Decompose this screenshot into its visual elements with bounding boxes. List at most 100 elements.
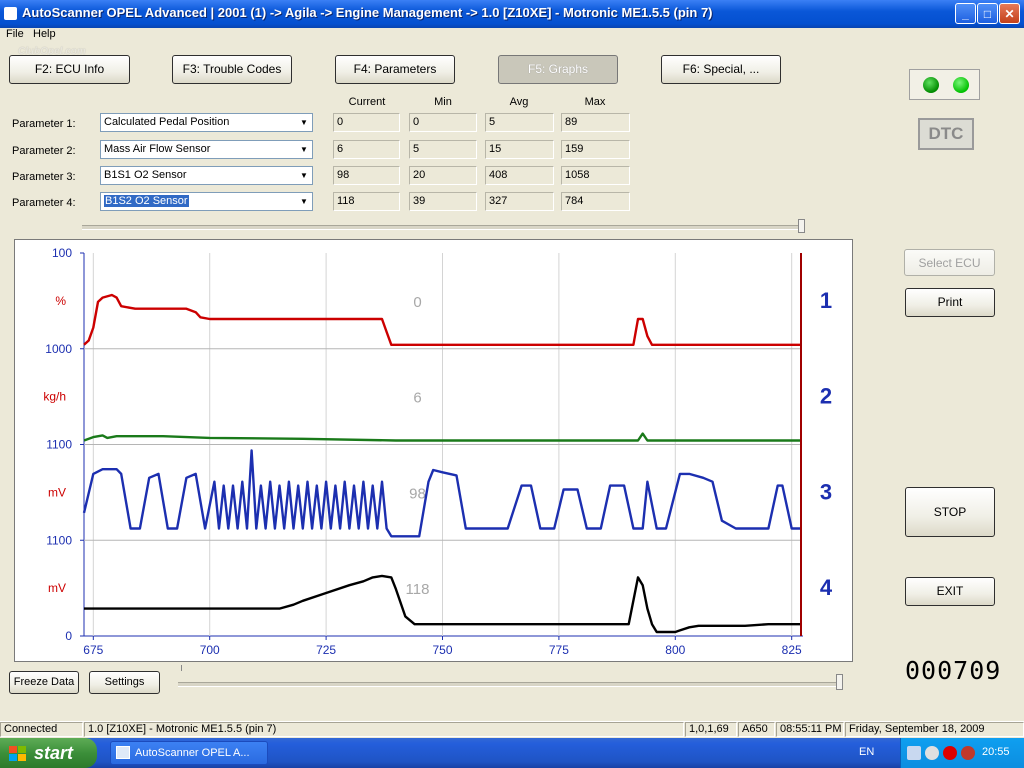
param-2-value: Mass Air Flow Sensor [104,143,211,155]
col-avg: Avg [509,96,529,108]
lane-unit-label: mV [48,581,66,595]
tab-graphs[interactable]: F5: Graphs [498,55,618,84]
settings-button[interactable]: Settings [89,671,160,694]
param-4-max: 784 [561,192,630,211]
param-3-avg: 408 [485,166,554,185]
taskbar-item-autoscanner[interactable]: AutoScanner OPEL A... [110,741,268,765]
param-4-avg: 327 [485,192,554,211]
chevron-down-icon[interactable]: ▼ [296,114,312,131]
param-1-value: Calculated Pedal Position [104,116,230,128]
lane-number-label: 2 [820,384,832,409]
slider-left-tick [181,665,182,671]
param-4-label: Parameter 4: [12,197,76,209]
param-3-min: 20 [409,166,477,185]
menu-bar [0,28,1024,42]
time-window-slider-thumb[interactable] [798,219,805,233]
lane-number-label: 1 [820,288,832,313]
status-version: 1,0,1,69 [685,722,737,737]
exit-button[interactable]: EXIT [905,577,995,606]
status-connection: Connected [0,722,83,737]
param-1-label: Parameter 1: [12,118,76,130]
stop-button[interactable]: STOP [905,487,995,537]
tab-ecu-info[interactable]: F2: ECU Info [9,55,130,84]
param-1-max: 89 [561,113,630,132]
app-icon [4,7,17,20]
param-4-value: B1S2 O2 Sensor [104,195,189,207]
x-tick-label: 700 [200,643,220,657]
status-time: 08:55:11 PM [776,722,844,737]
lane-current-value: 6 [413,390,421,407]
clock: 20:55 [982,746,1010,758]
param-2-avg: 15 [485,140,554,159]
param-2-min: 5 [409,140,477,159]
col-max: Max [584,96,606,108]
col-current: Current [348,96,386,108]
param-1-select[interactable]: Calculated Pedal Position ▼ [100,113,313,132]
lane-unit-label: % [55,294,66,308]
network-icon[interactable] [907,746,921,760]
volume-icon[interactable] [925,746,939,760]
menu-help[interactable]: Help [33,28,56,40]
tab-parameters[interactable]: F4: Parameters [335,55,455,84]
print-button[interactable]: Print [905,288,995,317]
param-4-min: 39 [409,192,477,211]
lane-top-label: 1100 [46,438,72,452]
app-window-icon [116,746,130,759]
lane-top-label: 1100 [46,533,72,547]
security-alert-icon[interactable] [943,746,957,760]
param-3-current: 98 [333,166,400,185]
tab-special[interactable]: F6: Special, ... [661,55,781,84]
window-title: AutoScanner OPEL Advanced | 2001 (1) -> … [22,5,713,20]
minimize-button[interactable]: _ [955,3,976,24]
param-2-max: 159 [561,140,630,159]
lane-current-value: 0 [413,294,421,311]
param-2-label: Parameter 2: [12,145,76,157]
lane-current-value: 98 [409,485,426,502]
chevron-down-icon[interactable]: ▼ [296,141,312,158]
time-window-slider[interactable] [82,225,804,230]
chevron-down-icon[interactable]: ▼ [296,167,312,184]
freeze-data-button[interactable]: Freeze Data [9,671,79,694]
tab-trouble-codes[interactable]: F3: Trouble Codes [172,55,292,84]
lane-unit-label: kg/h [43,390,66,404]
select-ecu-button[interactable]: Select ECU [904,249,995,276]
param-1-min: 0 [409,113,477,132]
y-bottom-label: 0 [65,629,72,643]
windows-logo-icon [9,746,27,761]
maximize-button[interactable]: □ [977,3,998,24]
led-indicator-1 [923,77,939,93]
lane-number-label: 3 [820,479,832,504]
lane-number-label: 4 [820,575,833,600]
x-tick-label: 800 [665,643,685,657]
graph-lanes: 675 700 725 750 775 800 825100% 0 11000kg/h 6 2110… [43,246,833,657]
lane-top-label: 100 [52,246,72,260]
x-tick-label: 675 [83,643,103,657]
bottom-scroll-slider[interactable] [178,682,841,687]
param-3-label: Parameter 3: [12,171,76,183]
status-interface: A650 [738,722,775,737]
param-2-current: 6 [333,140,400,159]
param-4-select[interactable]: B1S2 O2 Sensor ▼ [100,192,313,211]
param-2-select[interactable]: Mass Air Flow Sensor ▼ [100,140,313,159]
lane-current-value: 118 [406,581,430,598]
led-indicator-2 [953,77,969,93]
language-indicator[interactable]: EN [859,746,874,758]
chevron-down-icon[interactable]: ▼ [296,193,312,210]
param-1-avg: 5 [485,113,554,132]
close-button[interactable]: ✕ [999,3,1020,24]
x-tick-label: 725 [316,643,336,657]
x-tick-label: 750 [432,643,452,657]
x-tick-label: 775 [549,643,569,657]
menu-file[interactable]: File [6,28,24,40]
sample-counter: 000709 [905,656,1002,685]
param-3-select[interactable]: B1S1 O2 Sensor ▼ [100,166,313,185]
status-date: Friday, September 18, 2009 [845,722,1024,737]
lane-top-label: 1000 [45,342,72,356]
graph-canvas: 675 700 725 750 775 800 825100% 0 11000kg/h 6 2110… [43,246,833,657]
dtc-indicator: DTC [918,118,974,150]
lane-unit-label: mV [48,485,66,499]
col-min: Min [434,96,452,108]
adobe-icon[interactable] [961,746,975,760]
bottom-scroll-slider-thumb[interactable] [836,674,843,690]
param-3-value: B1S1 O2 Sensor [104,169,187,181]
